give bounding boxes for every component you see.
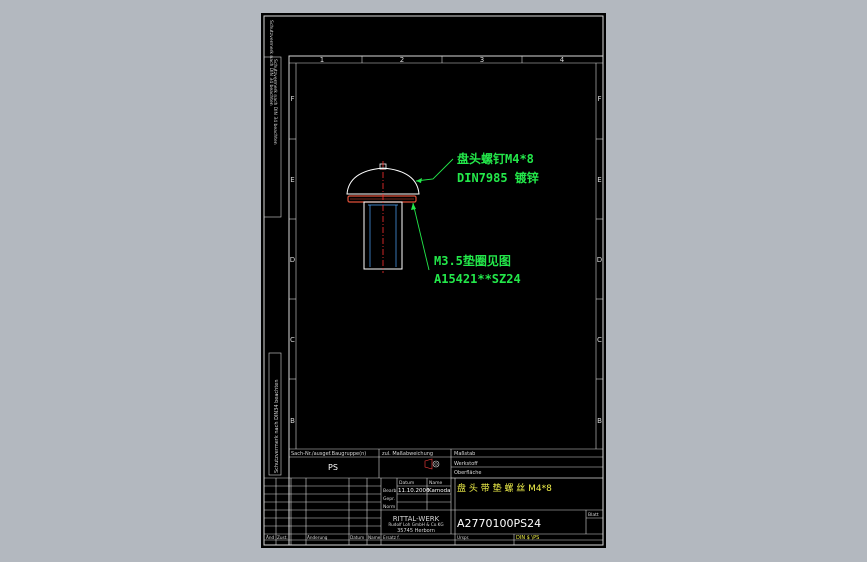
washer-leader-arrow [411,203,416,210]
company-sub: Rudolf Loh GmbH & Co.KG [388,522,443,527]
washer-annotation-line2: A15421**SZ24 [434,272,521,286]
rev-col-name: Name [368,535,381,540]
screw-annotation-line1: 盘头螺钉M4*8 [457,151,534,166]
rev-col-aenderung: Änderung [307,535,328,540]
origin-label: Urspr. [457,535,469,540]
drawn-label: Bearb. [383,488,398,494]
row-label-d-right: D [597,256,602,264]
row-label-b-left: B [290,417,295,425]
scale-value: DIN $ \PS [516,535,539,541]
screw-leader [415,158,454,182]
column-label-3: 3 [480,56,484,64]
row-label-e-right: E [597,176,601,184]
group-label: Sach-Nr./ausgef.Baugruppe(n) [291,451,366,457]
rev-col-zust: Zust. [277,535,288,540]
norm-label: Norm [383,504,395,510]
rev-col-ersatz: Ersatz f. [383,535,400,540]
washer-leader [412,202,430,271]
side-note-text: Schutzvermerk nach DIN 34 beachten [272,59,278,145]
row-label-e-left: E [290,176,294,184]
group-value: PS [328,463,338,472]
drawn-name: Kamoda [428,488,450,494]
row-label-d-left: D [290,256,295,264]
column-label-1: 1 [320,56,324,64]
screw-drawing [346,161,420,273]
rev-col-datum: Datum [350,535,364,540]
drawn-date: 11.10.2006 [398,488,430,494]
name-header: Name [429,480,443,486]
row-label-c-left: C [290,336,295,344]
sheet-label: Blatt [588,512,599,518]
column-label-2: 2 [400,56,404,64]
washer-annotation-line1: M3.5垫圈见图 [434,253,511,268]
tolerance-label: zul. Maßabweichung [382,451,433,457]
projection-symbol-icon [424,458,440,470]
row-label-c-right: C [597,336,602,344]
drawing-canvas: 1 2 3 4 F E D C B F E D C B Schutzvermer… [263,15,604,546]
rev-col-aend: Änd [266,535,275,540]
part-name: 盘 头 带 垫 螺 丝 M4*8 [457,482,552,494]
surface-label: Oberfläche [454,470,481,476]
drawing-sheet: 1 2 3 4 F E D C B F E D C B Schutzvermer… [261,13,606,548]
material-label: Werkstoff [454,461,478,467]
row-label-b-right: B [597,417,602,425]
scale-label: Maßstab [454,451,475,457]
checked-label: Gepr. [383,496,395,502]
company-address: 35745 Herborn [397,528,435,534]
row-label-f-left: F [290,95,294,103]
date-header: Datum [399,480,414,486]
column-label-4: 4 [560,56,565,64]
row-label-f-right: F [597,95,601,103]
drawing-number: A2770100PS24 [457,517,541,530]
left-side-note: Schutzvermerk nach DIN34 beachten [274,379,280,473]
screw-annotation-line2: DIN7985 镀锌 [457,170,539,185]
